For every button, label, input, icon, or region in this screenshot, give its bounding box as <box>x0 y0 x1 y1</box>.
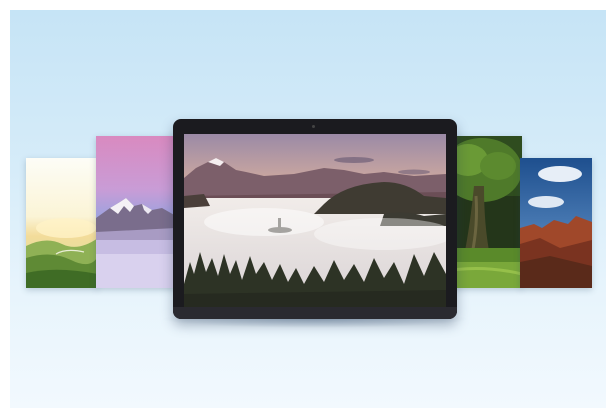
laptop-device <box>173 119 457 319</box>
background-panel <box>10 10 606 408</box>
red-canyon-wallpaper <box>520 158 592 288</box>
foggy-valley-wallpaper <box>184 134 446 310</box>
pink-snow-mountain-wallpaper <box>96 136 176 288</box>
laptop-bottom-bezel <box>173 307 457 319</box>
camera-icon <box>312 125 315 128</box>
sunrise-hills-wallpaper <box>26 158 98 288</box>
